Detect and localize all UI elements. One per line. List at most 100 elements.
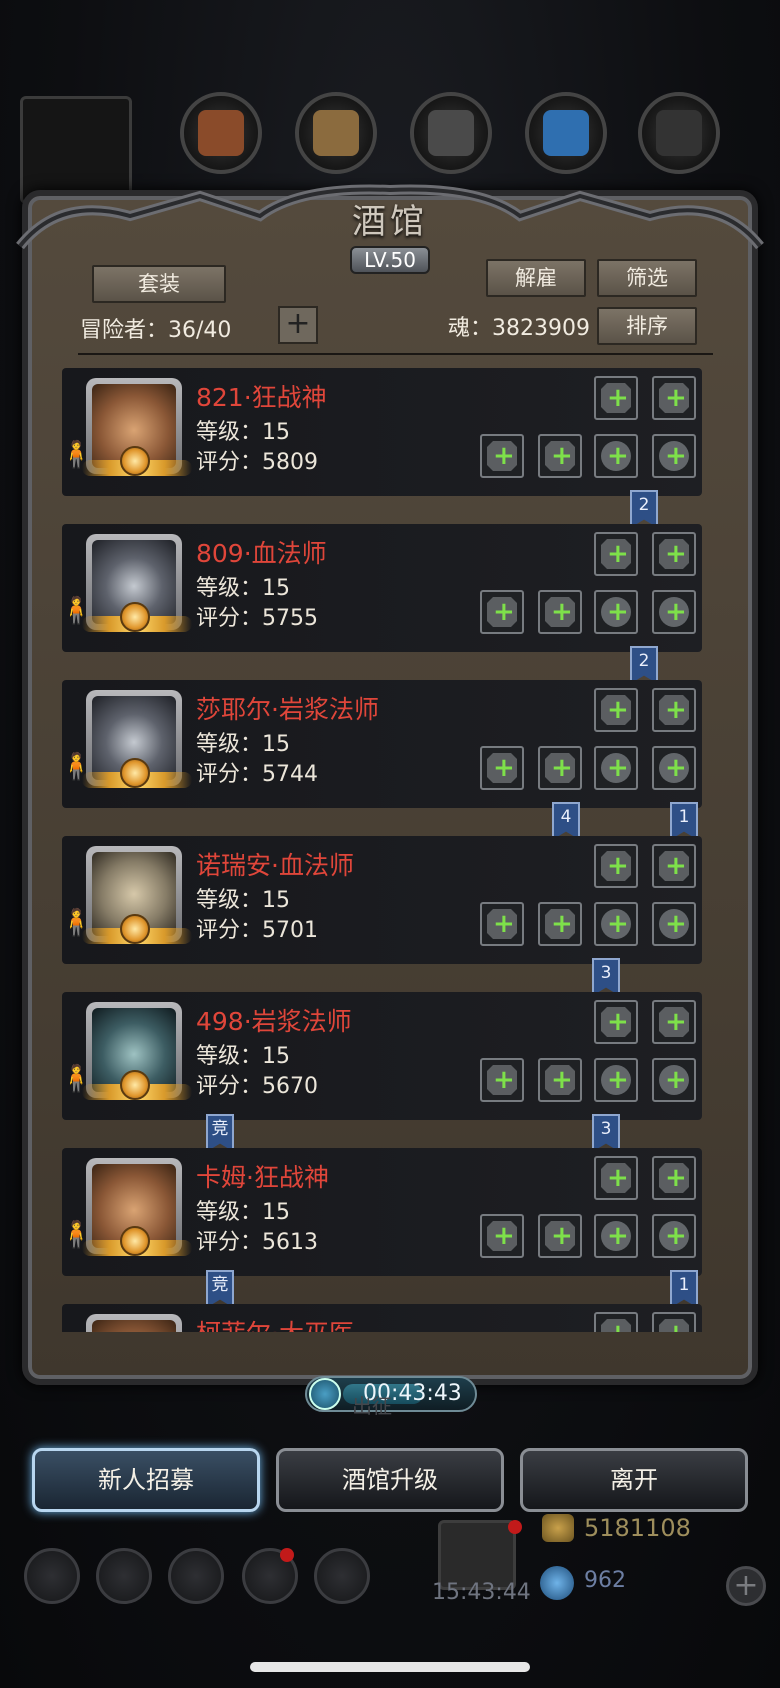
home-indicator[interactable] xyxy=(250,1662,530,1672)
achievement-icon[interactable] xyxy=(96,1548,152,1604)
equip-slot-armor[interactable]: + xyxy=(538,746,582,790)
slot-badge: 1 xyxy=(670,1270,698,1308)
resource-slot-crystal[interactable] xyxy=(525,92,607,174)
hero-card[interactable]: 🧍 诺瑞安·血法师 等级：15 评分：5701 + + + + + + xyxy=(62,836,702,964)
resource-slot-stone[interactable] xyxy=(638,92,720,174)
equip-slot-accessory-1[interactable]: + xyxy=(594,844,638,888)
sort-button[interactable]: 排序 xyxy=(597,307,697,345)
leave-button[interactable]: 离开 xyxy=(520,1448,748,1512)
game-clock: 15:43:44 xyxy=(432,1580,531,1605)
rank-gem-icon xyxy=(120,758,150,788)
equip-slot-armor[interactable]: + xyxy=(538,902,582,946)
equip-slot-accessory-2[interactable]: + xyxy=(652,688,696,732)
arena-badge: 竞 xyxy=(206,1114,234,1152)
clock-icon xyxy=(309,1378,341,1410)
equip-slot-armor[interactable]: + xyxy=(538,434,582,478)
page-title: 酒馆 xyxy=(352,202,428,242)
hero-level: 等级：15 xyxy=(196,888,290,913)
slot-badge: 4 xyxy=(552,802,580,840)
hero-name: 809·血法师 xyxy=(196,539,327,568)
upgrade-tavern-button[interactable]: 酒馆升级 xyxy=(276,1448,504,1512)
resource-slot-wood[interactable] xyxy=(295,92,377,174)
hero-score: 评分：5755 xyxy=(196,606,318,631)
hero-level: 等级：15 xyxy=(196,576,290,601)
hero-figure-icon: 🧍 xyxy=(62,752,93,782)
equip-slot-accessory-2[interactable]: + xyxy=(652,532,696,576)
hero-name: 821·狂战神 xyxy=(196,383,327,412)
equip-slot-ring-2[interactable]: + xyxy=(652,746,696,790)
equip-slot-accessory-2[interactable]: + xyxy=(652,844,696,888)
equip-slot-ring-1[interactable]: + xyxy=(594,1058,638,1102)
resource-slot-iron[interactable] xyxy=(410,92,492,174)
equip-slot-accessory-2[interactable]: + xyxy=(652,1000,696,1044)
equip-slot-armor[interactable]: + xyxy=(538,590,582,634)
equip-slot-ring-2[interactable]: + xyxy=(652,1214,696,1258)
hero-level: 等级：15 xyxy=(196,420,290,445)
equip-slot-ring-2[interactable]: + xyxy=(652,434,696,478)
hero-card[interactable]: 🧍 498·岩浆法师 等级：15 评分：5670 + + + + + + xyxy=(62,992,702,1120)
equip-slot-accessory-2[interactable]: + xyxy=(652,1156,696,1200)
hero-name: 诺瑞安·血法师 xyxy=(196,851,354,880)
hero-list[interactable]: 🧍 821·狂战神 等级：15 评分：5809 + + + + + + 2 🧍 … xyxy=(62,366,712,1332)
hero-figure-icon: 🧍 xyxy=(62,1064,93,1094)
equip-slot-accessory-1[interactable]: + xyxy=(594,1312,638,1332)
slot-badge: 1 xyxy=(670,802,698,840)
equip-slot-accessory-1[interactable]: + xyxy=(594,1156,638,1200)
equip-slot-accessory-1[interactable]: + xyxy=(594,376,638,420)
filter-button[interactable]: 筛选 xyxy=(597,259,697,297)
equip-slot-weapon[interactable]: + xyxy=(480,434,524,478)
rank-gem-icon xyxy=(120,602,150,632)
equip-slot-weapon[interactable]: + xyxy=(480,902,524,946)
hero-name: 卡姆·狂战神 xyxy=(196,1163,329,1192)
equip-slot-ring-1[interactable]: + xyxy=(594,902,638,946)
dismiss-button[interactable]: 解雇 xyxy=(486,259,586,297)
rank-gem-icon xyxy=(120,914,150,944)
equip-slot-accessory-1[interactable]: + xyxy=(594,532,638,576)
equip-slot-ring-1[interactable]: + xyxy=(594,434,638,478)
tavern-icon[interactable] xyxy=(168,1548,224,1604)
hero-portrait[interactable] xyxy=(86,1314,182,1332)
equip-slot-armor[interactable]: + xyxy=(538,1058,582,1102)
settings-icon[interactable] xyxy=(24,1548,80,1604)
gift-notification-dot xyxy=(508,1520,522,1534)
hero-name: 柯菲尔·大巫医 xyxy=(196,1314,354,1332)
equip-slot-accessory-2[interactable]: + xyxy=(652,1312,696,1332)
equip-slot-weapon[interactable]: + xyxy=(480,746,524,790)
equip-slot-ring-1[interactable]: + xyxy=(594,1214,638,1258)
gold-amount: 5181108 xyxy=(584,1514,691,1542)
hero-avatar-frame[interactable] xyxy=(20,96,132,204)
hero-score: 评分：5613 xyxy=(196,1230,318,1255)
divider xyxy=(78,353,713,355)
bag-icon[interactable] xyxy=(314,1548,370,1604)
equip-slot-ring-2[interactable]: + xyxy=(652,1058,696,1102)
equip-slot-weapon[interactable]: + xyxy=(480,1058,524,1102)
equip-slot-armor[interactable]: + xyxy=(538,1214,582,1258)
hero-card[interactable]: 🧍 821·狂战神 等级：15 评分：5809 + + + + + + xyxy=(62,368,702,496)
hero-score: 评分：5670 xyxy=(196,1074,318,1099)
hero-card[interactable]: 🧍 莎耶尔·岩浆法师 等级：15 评分：5744 + + + + + + xyxy=(62,680,702,808)
slot-badge: 2 xyxy=(630,490,658,528)
recruit-button[interactable]: 新人招募 xyxy=(32,1448,260,1512)
equip-slot-ring-2[interactable]: + xyxy=(652,590,696,634)
equip-slot-ring-1[interactable]: + xyxy=(594,746,638,790)
equip-slot-accessory-1[interactable]: + xyxy=(594,1000,638,1044)
suit-button[interactable]: 套装 xyxy=(92,265,226,303)
hero-card[interactable]: 🧍 809·血法师 等级：15 评分：5755 + + + + + + xyxy=(62,524,702,652)
add-capacity-button[interactable]: + xyxy=(278,306,318,344)
equip-slot-weapon[interactable]: + xyxy=(480,1214,524,1258)
hero-figure-icon: 🧍 xyxy=(62,596,93,626)
tavern-level-badge: LV.50 xyxy=(350,246,430,274)
hero-card[interactable]: 🧍 卡姆·狂战神 等级：15 评分：5613 + + + + + + xyxy=(62,1148,702,1276)
gem-amount: 962 xyxy=(584,1568,626,1593)
equip-slot-ring-2[interactable]: + xyxy=(652,902,696,946)
hero-card[interactable]: 柯菲尔·大巫医 + + xyxy=(62,1304,702,1332)
equip-slot-accessory-1[interactable]: + xyxy=(594,688,638,732)
hero-level: 等级：15 xyxy=(196,732,290,757)
adventurer-count: 冒险者：36/40 xyxy=(80,318,232,343)
add-gems-button[interactable]: + xyxy=(726,1566,766,1606)
resource-slot-meat[interactable] xyxy=(180,92,262,174)
equip-slot-ring-1[interactable]: + xyxy=(594,590,638,634)
hero-figure-icon: 🧍 xyxy=(62,908,93,938)
equip-slot-weapon[interactable]: + xyxy=(480,590,524,634)
equip-slot-accessory-2[interactable]: + xyxy=(652,376,696,420)
